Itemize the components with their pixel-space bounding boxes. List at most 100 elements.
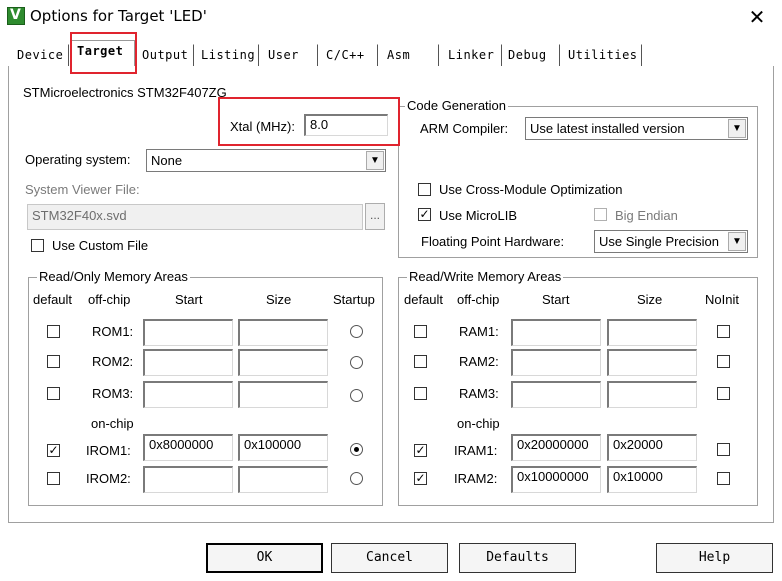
ram1-size-input[interactable] <box>607 319 697 346</box>
iram2-start-input[interactable]: 0x10000000 <box>511 466 601 493</box>
ram2-start-input[interactable] <box>511 349 601 376</box>
ram1-noinit-checkbox[interactable] <box>717 325 730 338</box>
tab-linker[interactable]: Linker <box>442 44 502 66</box>
irom1-start-input[interactable]: 0x8000000 <box>143 434 233 461</box>
rom1-label: ROM1: <box>92 324 134 339</box>
ram2-noinit-checkbox[interactable] <box>717 355 730 368</box>
tab-utilities[interactable]: Utilities <box>562 44 642 66</box>
rom-header-start: Start <box>175 292 203 307</box>
device-name: STMicroelectronics STM32F407ZG <box>23 85 227 100</box>
ram-header-default: default <box>404 292 444 307</box>
rom2-start-input[interactable] <box>143 349 233 376</box>
defaults-button[interactable]: Defaults <box>459 543 576 573</box>
ok-button[interactable]: OK <box>206 543 323 573</box>
xtal-input[interactable]: 8.0 <box>304 114 388 136</box>
iram2-label: IRAM2: <box>454 471 498 486</box>
os-value: None <box>151 153 183 168</box>
rom2-startup-radio[interactable] <box>350 356 363 369</box>
big-endian-label: Big Endian <box>615 208 678 223</box>
cross-module-checkbox[interactable] <box>418 183 431 196</box>
ram-onchip-label: on-chip <box>457 416 500 431</box>
ram3-start-input[interactable] <box>511 381 601 408</box>
rom2-label: ROM2: <box>92 354 134 369</box>
microlib-checkbox[interactable]: ✓ <box>418 208 431 221</box>
rom-header-startup: Startup <box>333 292 375 307</box>
keil-icon: V <box>7 7 25 25</box>
iram1-start-input[interactable]: 0x20000000 <box>511 434 601 461</box>
irom2-size-input[interactable] <box>238 466 328 493</box>
irom2-label: IROM2: <box>86 471 131 486</box>
rom1-startup-radio[interactable] <box>350 325 363 338</box>
irom1-startup-radio[interactable] <box>350 443 363 456</box>
svd-input: STM32F40x.svd <box>27 204 363 230</box>
compiler-select[interactable]: Use latest installed version ▼ <box>525 117 748 140</box>
ram3-size-input[interactable] <box>607 381 697 408</box>
code-generation-title: Code Generation <box>405 98 509 113</box>
rom2-default-checkbox[interactable] <box>47 355 60 368</box>
microlib-label: Use MicroLIB <box>439 208 518 223</box>
rom-header-size: Size <box>266 292 292 307</box>
iram2-default-checkbox[interactable]: ✓ <box>414 472 427 485</box>
svd-browse-button: ... <box>365 203 385 230</box>
rom3-default-checkbox[interactable] <box>47 387 60 400</box>
close-icon[interactable]: ✕ <box>744 4 770 30</box>
ram-group-title: Read/Write Memory Areas <box>407 269 564 284</box>
ram3-label: RAM3: <box>459 386 499 401</box>
rom3-size-input[interactable] <box>238 381 328 408</box>
tab-debug[interactable]: Debug <box>502 44 560 66</box>
iram2-size-input[interactable]: 0x10000 <box>607 466 697 493</box>
custom-file-checkbox[interactable] <box>31 239 44 252</box>
ram1-label: RAM1: <box>459 324 499 339</box>
big-endian-checkbox <box>594 208 607 221</box>
ram1-start-input[interactable] <box>511 319 601 346</box>
fpu-select[interactable]: Use Single Precision ▼ <box>594 230 748 253</box>
rom3-start-input[interactable] <box>143 381 233 408</box>
irom2-start-input[interactable] <box>143 466 233 493</box>
iram1-noinit-checkbox[interactable] <box>717 443 730 456</box>
cross-module-label: Use Cross-Module Optimization <box>439 182 623 197</box>
svd-label: System Viewer File: <box>25 182 140 197</box>
custom-file-label: Use Custom File <box>52 238 149 253</box>
rom-group-title: Read/Only Memory Areas <box>37 269 190 284</box>
compiler-value: Use latest installed version <box>530 121 685 136</box>
cancel-button[interactable]: Cancel <box>331 543 448 573</box>
tab-user[interactable]: User <box>262 44 318 66</box>
irom1-size-input[interactable]: 0x100000 <box>238 434 328 461</box>
help-button[interactable]: Help <box>656 543 773 573</box>
iram1-size-input[interactable]: 0x20000 <box>607 434 697 461</box>
rom-header-default: default <box>33 292 73 307</box>
ram1-default-checkbox[interactable] <box>414 325 427 338</box>
ram3-noinit-checkbox[interactable] <box>717 387 730 400</box>
ram3-default-checkbox[interactable] <box>414 387 427 400</box>
irom1-label: IROM1: <box>86 443 131 458</box>
tab-asm[interactable]: Asm <box>381 44 439 66</box>
ram2-size-input[interactable] <box>607 349 697 376</box>
tab-device[interactable]: Device <box>11 44 69 66</box>
chevron-down-icon: ▼ <box>366 151 384 170</box>
ram-header-size: Size <box>637 292 663 307</box>
xtal-label: Xtal (MHz): <box>230 119 295 134</box>
irom2-default-checkbox[interactable] <box>47 472 60 485</box>
os-select[interactable]: None ▼ <box>146 149 386 172</box>
iram1-default-checkbox[interactable]: ✓ <box>414 444 427 457</box>
compiler-label: ARM Compiler: <box>420 121 509 136</box>
ram-header-offchip: off-chip <box>457 292 500 307</box>
fpu-label: Floating Point Hardware: <box>421 234 565 249</box>
ram2-default-checkbox[interactable] <box>414 355 427 368</box>
tab-listing[interactable]: Listing <box>195 44 259 66</box>
tab-c-cpp[interactable]: C/C++ <box>320 44 378 66</box>
chevron-down-icon: ▼ <box>728 232 746 251</box>
iram2-noinit-checkbox[interactable] <box>717 472 730 485</box>
ram-header-start: Start <box>542 292 570 307</box>
rom3-startup-radio[interactable] <box>350 389 363 402</box>
chevron-down-icon: ▼ <box>728 119 746 138</box>
rom1-default-checkbox[interactable] <box>47 325 60 338</box>
rom1-size-input[interactable] <box>238 319 328 346</box>
window-title: Options for Target 'LED' <box>30 7 207 25</box>
irom1-default-checkbox[interactable]: ✓ <box>47 444 60 457</box>
rom1-start-input[interactable] <box>143 319 233 346</box>
tab-output[interactable]: Output <box>136 44 194 66</box>
rom2-size-input[interactable] <box>238 349 328 376</box>
ram2-label: RAM2: <box>459 354 499 369</box>
irom2-startup-radio[interactable] <box>350 472 363 485</box>
